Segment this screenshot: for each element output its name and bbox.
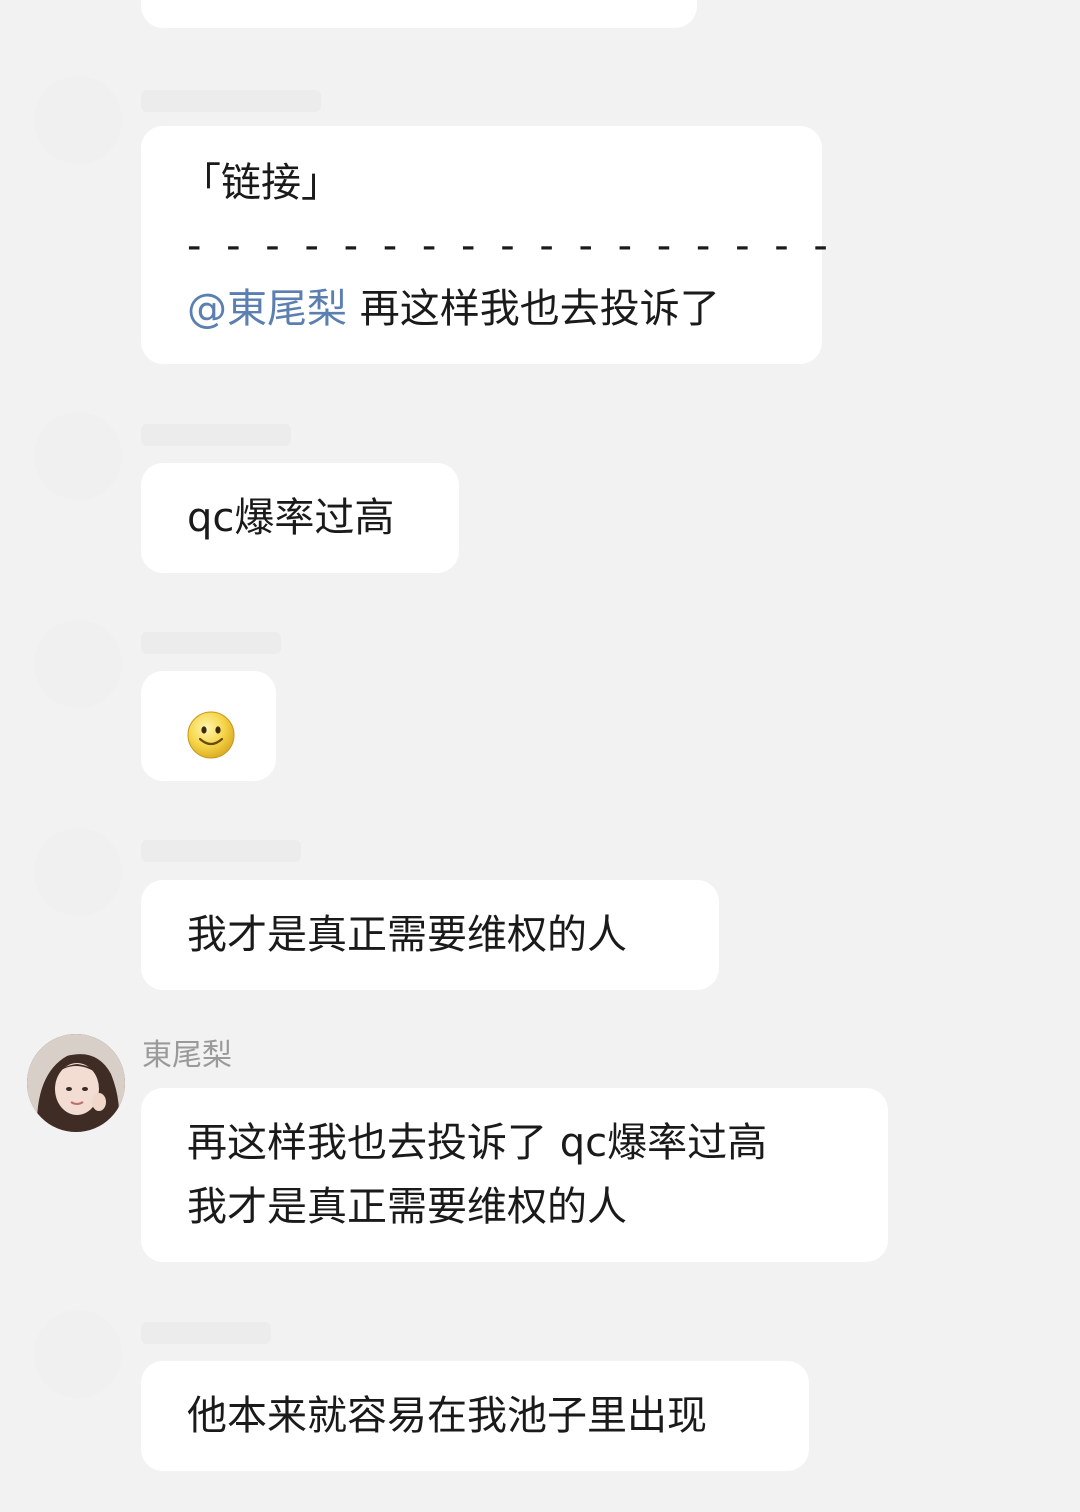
message-text-line-1: 再这样我也去投诉了 qc爆率过高 <box>187 1120 768 1166</box>
avatar[interactable] <box>34 1310 122 1398</box>
message-bubble-partial[interactable] <box>141 0 697 28</box>
message-bubble[interactable]: 他本来就容易在我池子里出现 <box>141 1361 809 1471</box>
message-text: @東尾梨 再这样我也去投诉了 <box>187 276 776 342</box>
message-bubble[interactable]: qc爆率过高 <box>141 463 459 573</box>
message-bubble[interactable]: 「链接」 - - - - - - - - - - - - - - - - - @… <box>141 126 834 364</box>
quote-label: 「链接」 <box>181 160 341 206</box>
avatar-photo-icon <box>27 1034 125 1132</box>
sender-name <box>141 90 321 112</box>
smile-emoji-icon <box>187 711 235 759</box>
message-text: 他本来就容易在我池子里出现 <box>187 1393 707 1439</box>
avatar[interactable] <box>34 828 122 916</box>
sender-name <box>141 840 301 862</box>
mention-link[interactable]: @東尾梨 <box>187 286 347 332</box>
sender-name <box>141 1322 271 1344</box>
message-text: qc爆率过高 <box>187 495 395 541</box>
message-text-line-2: 我才是真正需要维权的人 <box>187 1184 627 1230</box>
message-bubble[interactable]: 再这样我也去投诉了 qc爆率过高 我才是真正需要维权的人 <box>141 1088 888 1262</box>
message-text: 我才是真正需要维权的人 <box>187 912 627 958</box>
avatar[interactable] <box>27 1034 125 1132</box>
avatar[interactable] <box>34 412 122 500</box>
message-bubble[interactable] <box>141 671 276 781</box>
sender-name <box>141 424 291 446</box>
avatar[interactable] <box>34 620 122 708</box>
sender-name <box>141 632 281 654</box>
message-bubble[interactable]: 我才是真正需要维权的人 <box>141 880 719 990</box>
avatar[interactable] <box>34 76 122 164</box>
sender-name: 東尾梨 <box>142 1038 232 1073</box>
message-text-body: 再这样我也去投诉了 <box>359 286 720 332</box>
quote-divider: - - - - - - - - - - - - - - - - - <box>187 223 834 269</box>
